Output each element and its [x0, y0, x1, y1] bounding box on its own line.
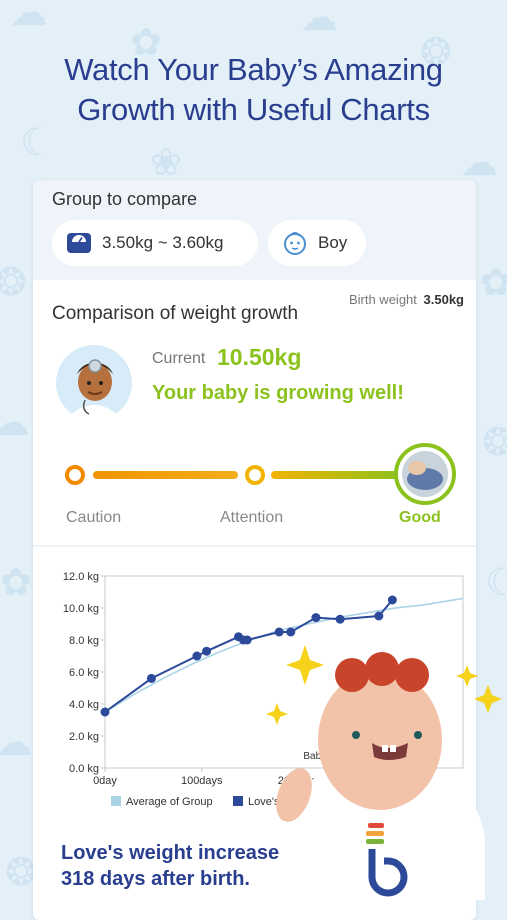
- y-tick-label: 4.0 kg: [69, 699, 99, 711]
- legend-swatch: [233, 796, 243, 806]
- scale-icon: [66, 230, 92, 256]
- weight-range-label: 3.50kg ~ 3.60kg: [102, 233, 224, 252]
- baby-weight-point: [374, 611, 384, 621]
- level-caution-label: Caution: [66, 509, 122, 526]
- gauge-segment-caution: [93, 471, 238, 479]
- legend-label: Average of Group: [126, 796, 213, 808]
- x-tick-label: 0day: [93, 775, 117, 787]
- y-tick-label: 6.0 kg: [69, 667, 99, 679]
- level-good-label: Good: [399, 509, 441, 526]
- y-tick-label: 8.0 kg: [69, 635, 99, 647]
- x-tick-label: 100days: [181, 775, 223, 787]
- baby-weight-point: [274, 627, 284, 637]
- baby-weight-point: [335, 614, 345, 624]
- weight-range-chip[interactable]: 3.50kg ~ 3.60kg: [52, 220, 258, 266]
- gauge-node-attention: [245, 465, 265, 485]
- headline-line-2: Growth with Useful Charts: [77, 92, 430, 127]
- baby-weight-point: [100, 707, 110, 717]
- current-label: Current: [152, 350, 206, 367]
- birth-weight: Birth weight 3.50kg: [349, 292, 464, 307]
- baby-weight-point: [387, 595, 397, 605]
- baby-weight-point: [286, 627, 296, 637]
- compare-group-section: Group to compare 3.50kg ~ 3.60kg Boy: [33, 180, 476, 280]
- level-attention-label: Attention: [220, 509, 284, 526]
- y-tick-label: 2.0 kg: [69, 731, 99, 743]
- baby-weight-point: [311, 613, 321, 623]
- doctor-avatar: [55, 344, 133, 422]
- baby-weight-point: [202, 646, 212, 656]
- gauge-segment-attention: [271, 471, 403, 479]
- legend-swatch: [111, 796, 121, 806]
- baby-mascot-illustration: [266, 645, 502, 900]
- gender-chip[interactable]: Boy: [268, 220, 366, 266]
- gauge-node-caution: [65, 465, 85, 485]
- compare-group-title: Group to compare: [52, 189, 198, 209]
- headline-line-1: Watch Your Baby’s Amazing: [64, 52, 443, 87]
- baby-weight-point: [146, 673, 156, 683]
- baby-face-icon: [282, 230, 308, 256]
- gender-label: Boy: [318, 233, 348, 252]
- birth-weight-value: 3.50kg: [423, 292, 464, 307]
- headline: Watch Your Baby’s Amazing Growth with Us…: [0, 50, 507, 130]
- birth-weight-label: Birth weight: [348, 292, 417, 307]
- section-divider: [33, 545, 476, 547]
- current-weight-value: 10.50kg: [217, 344, 302, 370]
- growth-status-message: Your baby is growing well!: [152, 382, 404, 404]
- y-tick-label: 12.0 kg: [63, 571, 99, 583]
- y-tick-label: 10.0 kg: [63, 603, 99, 615]
- baby-weight-point: [242, 635, 252, 645]
- gauge-node-good-baby-photo: [394, 443, 456, 505]
- baby-weight-point: [192, 651, 202, 661]
- comparison-title: Comparison of weight growth: [52, 303, 299, 324]
- y-tick-label: 0.0 kg: [69, 763, 99, 775]
